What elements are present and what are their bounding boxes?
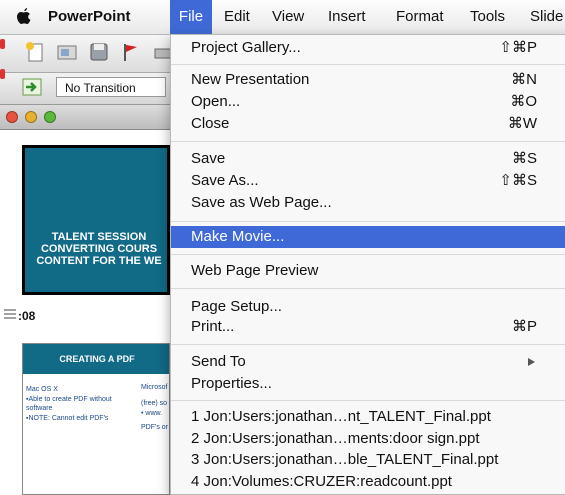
thumb2-text-8: PDF's or — [141, 424, 169, 431]
menu-item-label: Properties... — [191, 375, 272, 392]
zoom-window-button[interactable] — [44, 111, 56, 123]
menu-item-make-movie[interactable]: Make Movie... — [171, 226, 565, 248]
minimize-window-button[interactable] — [25, 111, 37, 123]
menu-item-shortcut: ⌘S — [511, 150, 537, 167]
menu-view[interactable]: View — [272, 0, 304, 34]
thumb1-line-3: CONTENT FOR THE WE — [36, 255, 162, 267]
thumb2-text-5: Microsof — [141, 384, 168, 391]
menu-item-save-as[interactable]: Save As... ⇧⌘S — [171, 170, 565, 192]
transition-select[interactable]: No Transition — [56, 77, 166, 97]
recent-file-3[interactable]: 3 Jon:Users:jonathan…ble_TALENT_Final.pp… — [171, 449, 565, 471]
recent-file-1[interactable]: 1 Jon:Users:jonathan…nt_TALENT_Final.ppt — [171, 406, 565, 428]
window-edge-marker — [0, 39, 5, 49]
menu-app-name[interactable]: PowerPoint — [48, 0, 131, 34]
menu-edit[interactable]: Edit — [224, 0, 250, 34]
submenu-arrow-icon — [528, 358, 535, 366]
window-edge-marker-2 — [0, 69, 5, 79]
menu-item-label: New Presentation — [191, 71, 310, 88]
menu-item-label: Save As... — [191, 172, 259, 189]
menu-item-shortcut: ⌘W — [507, 115, 537, 132]
thumb2-header: CREATING A PDF — [23, 344, 169, 374]
new-file-icon[interactable] — [24, 41, 46, 63]
close-window-button[interactable] — [6, 111, 18, 123]
menu-item-label: Print... — [191, 318, 235, 335]
transition-icon[interactable] — [22, 78, 42, 96]
thumb1-line-1: TALENT SESSION — [51, 231, 147, 243]
recent-file-4[interactable]: 4 Jon:Volumes:CRUZER:readcount.ppt — [171, 471, 565, 493]
menu-separator — [171, 141, 565, 142]
menu-item-close[interactable]: Close ⌘W — [171, 113, 565, 135]
menu-item-label: Save — [191, 150, 226, 167]
thumb2-text-7: • www. — [141, 410, 163, 417]
menu-item-shortcut: ⌘O — [510, 93, 537, 110]
thumb2-text-3: software — [26, 405, 53, 412]
menu-item-print[interactable]: Print... ⌘P — [171, 316, 565, 338]
menu-item-new-presentation[interactable]: New Presentation ⌘N — [171, 69, 565, 91]
menu-slide[interactable]: Slide — [530, 0, 563, 34]
menu-item-label: Close — [191, 115, 230, 132]
menu-file[interactable]: File — [170, 0, 212, 34]
screen: PowerPoint File Edit View Insert Format … — [0, 0, 565, 495]
menu-separator — [171, 344, 565, 345]
thumb2-text-6: (free) so — [141, 400, 168, 407]
slide-timing-label: :08 — [18, 309, 36, 323]
menu-insert[interactable]: Insert — [328, 0, 366, 34]
slide-thumbnail-1[interactable]: TALENT SESSION CONVERTING COURS CONTENT … — [22, 145, 170, 295]
menu-item-label: 3 Jon:Users:jonathan…ble_TALENT_Final.pp… — [191, 451, 499, 468]
menu-item-open[interactable]: Open... ⌘O — [171, 91, 565, 113]
menu-item-label: Send To — [191, 353, 246, 370]
thumb1-line-2: CONVERTING COURS — [40, 243, 158, 255]
file-menu-dropdown: Project Gallery... ⇧⌘P New Presentation … — [170, 34, 565, 495]
menu-format[interactable]: Format — [396, 0, 444, 34]
menu-separator — [171, 64, 565, 65]
flag-icon[interactable] — [120, 41, 142, 63]
notes-list-icon — [4, 309, 16, 319]
thumb2-text-2: ▪Able to create PDF without — [26, 396, 112, 403]
menu-item-label: Page Setup... — [191, 298, 282, 315]
menu-item-web-page-preview[interactable]: Web Page Preview — [171, 260, 565, 282]
gallery-icon[interactable] — [56, 41, 78, 63]
menu-item-label: Save as Web Page... — [191, 194, 332, 211]
menu-item-shortcut: ⌘P — [511, 318, 537, 335]
menu-bar: PowerPoint File Edit View Insert Format … — [0, 0, 565, 35]
menu-separator — [171, 288, 565, 289]
save-icon[interactable] — [88, 41, 110, 63]
menu-item-label: 1 Jon:Users:jonathan…nt_TALENT_Final.ppt — [191, 408, 491, 425]
panel-title-bar — [0, 105, 170, 130]
menu-item-send-to[interactable]: Send To — [171, 351, 565, 373]
menu-item-page-setup[interactable]: Page Setup... — [171, 296, 565, 318]
slide-thumbnail-2[interactable]: CREATING A PDF Mac OS X ▪Able to create … — [22, 343, 170, 495]
menu-separator — [171, 254, 565, 255]
slides-panel: TALENT SESSION CONVERTING COURS CONTENT … — [0, 105, 170, 495]
menu-item-save-as-web-page[interactable]: Save as Web Page... — [171, 192, 565, 214]
menu-item-label: Open... — [191, 93, 241, 110]
thumb2-text-4: ▪NOTE: Cannot edit PDF's — [26, 415, 109, 422]
menu-item-shortcut: ⌘N — [511, 71, 537, 88]
recent-file-2[interactable]: 2 Jon:Users:jonathan…ments:door sign.ppt — [171, 428, 565, 450]
apple-logo-icon[interactable] — [16, 0, 34, 34]
menu-item-label: 2 Jon:Users:jonathan…ments:door sign.ppt — [191, 430, 480, 447]
menu-item-project-gallery[interactable]: Project Gallery... ⇧⌘P — [171, 37, 565, 59]
menu-separator — [171, 221, 565, 222]
thumb2-text-1: Mac OS X — [26, 386, 58, 393]
menu-item-label: Make Movie... — [191, 228, 285, 245]
menu-item-shortcut: ⇧⌘S — [499, 172, 537, 189]
menu-tools[interactable]: Tools — [470, 0, 505, 34]
menu-separator — [171, 400, 565, 401]
menu-item-shortcut: ⇧⌘P — [499, 39, 537, 56]
menu-item-label: 4 Jon:Volumes:CRUZER:readcount.ppt — [191, 473, 452, 490]
menu-item-label: Project Gallery... — [191, 39, 301, 56]
menu-item-properties[interactable]: Properties... — [171, 373, 565, 395]
menu-item-label: Web Page Preview — [191, 262, 319, 279]
menu-item-save[interactable]: Save ⌘S — [171, 148, 565, 170]
